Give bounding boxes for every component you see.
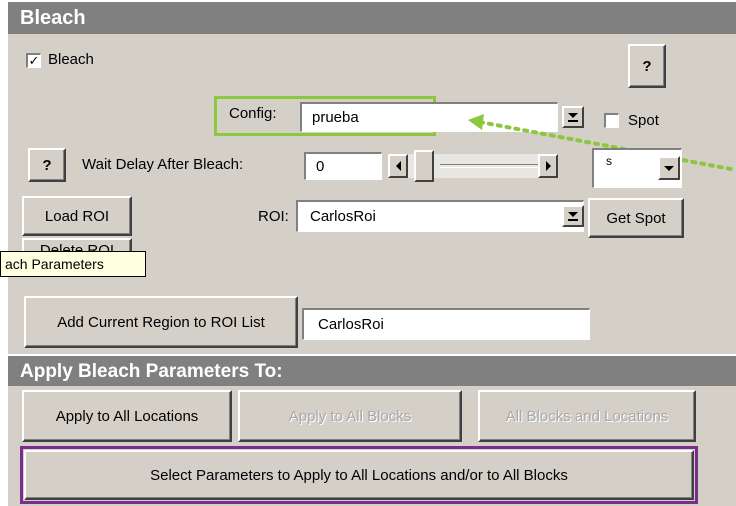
roi-name-input[interactable]: CarlosRoi xyxy=(302,308,590,340)
bleach-checkbox-label: Bleach xyxy=(48,51,94,68)
roi-value: CarlosRoi xyxy=(310,208,376,225)
add-region-button[interactable]: Add Current Region to ROI List xyxy=(24,296,298,348)
roi-select[interactable]: CarlosRoi xyxy=(296,200,584,232)
roi-label: ROI: xyxy=(258,208,289,225)
apply-all-locations-button[interactable]: Apply to All Locations xyxy=(22,390,232,442)
wait-delay-input[interactable]: 0 xyxy=(304,152,382,180)
bleach-header: Bleach xyxy=(8,2,736,34)
add-region-label: Add Current Region to ROI List xyxy=(57,313,265,331)
slider-left-button[interactable] xyxy=(388,154,408,178)
all-blocks-and-locations-button[interactable]: All Blocks and Locations xyxy=(478,390,696,442)
arrow-head xyxy=(468,114,484,130)
select-params-button[interactable]: Select Parameters to Apply to All Locati… xyxy=(24,450,694,500)
unit-value: s xyxy=(606,154,612,168)
apply-header: Apply Bleach Parameters To: xyxy=(8,354,736,386)
help-button[interactable]: ? xyxy=(628,44,666,88)
roi-name-value: CarlosRoi xyxy=(318,316,384,333)
apply-all-blocks-label: Apply to All Blocks xyxy=(288,407,412,425)
bleach-checkbox[interactable]: ✓ xyxy=(26,53,41,68)
slider-groove xyxy=(440,164,540,168)
load-roi-button[interactable]: Load ROI xyxy=(22,196,132,236)
apply-all-locations-label: Apply to All Locations xyxy=(55,407,199,425)
config-value: prueba xyxy=(312,109,359,126)
load-roi-label: Load ROI xyxy=(44,207,110,225)
tooltip: ach Parameters xyxy=(0,251,146,277)
arrow-left-icon xyxy=(395,161,401,171)
config-label: Config: xyxy=(229,105,277,122)
roi-dropdown-button[interactable] xyxy=(562,205,584,227)
help-button-label: ? xyxy=(642,57,652,75)
slider-thumb[interactable] xyxy=(414,150,434,182)
get-spot-label: Get Spot xyxy=(606,209,666,227)
all-blocks-and-locations-label: All Blocks and Locations xyxy=(505,407,669,425)
chevron-down-icon xyxy=(664,165,674,171)
wait-delay-value: 0 xyxy=(316,158,325,175)
apply-all-blocks-button[interactable]: Apply to All Blocks xyxy=(238,390,462,442)
chevron-down-icon xyxy=(568,211,578,221)
get-spot-button[interactable]: Get Spot xyxy=(588,198,684,238)
select-params-label: Select Parameters to Apply to All Locati… xyxy=(150,466,568,484)
help-button-left[interactable]: ? xyxy=(28,148,66,182)
wait-delay-label: Wait Delay After Bleach: xyxy=(82,156,244,173)
help-button-left-label: ? xyxy=(42,156,52,174)
arrow-right-icon xyxy=(545,161,551,171)
unit-dropdown-button[interactable] xyxy=(658,156,680,180)
slider-right-button[interactable] xyxy=(538,154,558,178)
checkmark-icon: ✓ xyxy=(28,53,40,68)
